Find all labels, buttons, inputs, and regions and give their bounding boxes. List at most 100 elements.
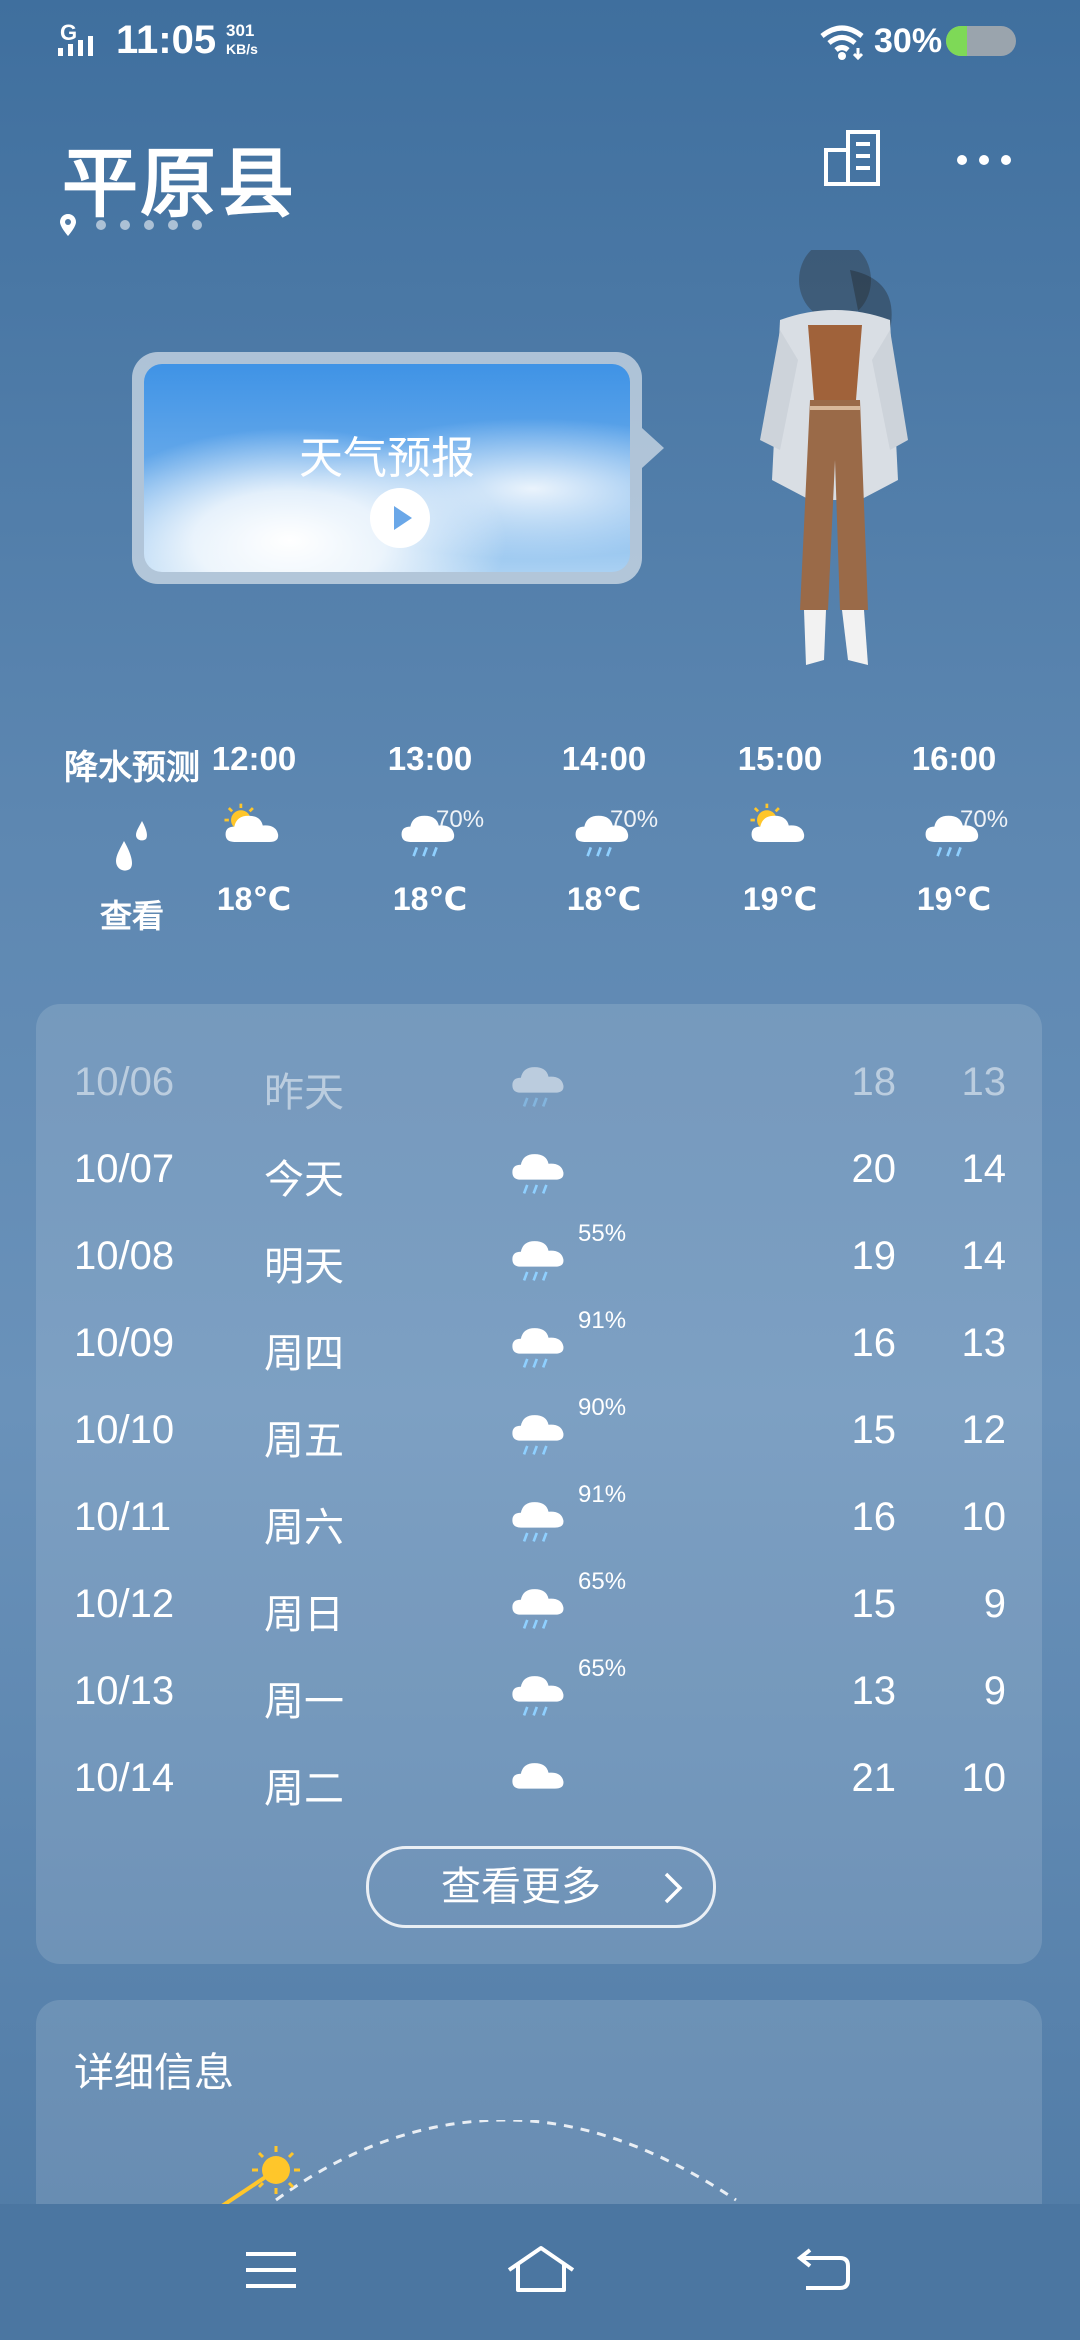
home-icon[interactable] <box>506 2244 576 2294</box>
daily-weekday: 周日 <box>264 1593 344 1637</box>
daily-date: 10/10 <box>74 1408 175 1452</box>
daily-low: 14 <box>961 1234 1007 1278</box>
page-indicator <box>60 214 202 236</box>
daily-date: 10/14 <box>74 1756 175 1800</box>
daily-weekday: 周六 <box>264 1506 344 1550</box>
daily-precip-chance: 91% <box>578 1481 627 1508</box>
daily-row[interactable]: 10/12 周日 65% 15 9 <box>36 1564 1042 1644</box>
page-dot <box>144 220 154 230</box>
city-manage-icon[interactable] <box>822 128 882 188</box>
daily-weekday: 周四 <box>264 1332 344 1376</box>
hourly-time: 12:00 <box>211 740 297 777</box>
daily-date: 10/12 <box>74 1582 175 1626</box>
daily-high: 19 <box>851 1234 897 1278</box>
daily-row[interactable]: 10/07 今天 20 14 <box>36 1129 1042 1209</box>
daily-row[interactable]: 10/06 昨天 18 13 <box>36 1042 1042 1122</box>
network-speed: 301 KB/s <box>226 22 258 58</box>
daily-high: 20 <box>851 1147 897 1191</box>
page-dot <box>168 220 178 230</box>
daily-low: 10 <box>961 1756 1007 1800</box>
daily-high: 21 <box>851 1756 897 1800</box>
daily-precip-chance: 55% <box>578 1220 627 1247</box>
rain-cloud-icon <box>506 1139 574 1209</box>
hourly-item: 16:00 70% 19℃ <box>884 740 1024 918</box>
daily-high: 16 <box>851 1321 897 1365</box>
hourly-precip-chance: 70% <box>610 806 659 833</box>
daily-row[interactable]: 10/14 周二 21 10 <box>36 1738 1042 1818</box>
daily-date: 10/06 <box>74 1060 175 1104</box>
daily-high: 13 <box>851 1669 897 1713</box>
hourly-temp: 18℃ <box>216 881 292 917</box>
page-dot <box>120 220 130 230</box>
daily-low: 14 <box>961 1147 1007 1191</box>
daily-row[interactable]: 10/09 周四 91% 16 13 <box>36 1303 1042 1383</box>
daily-weekday: 明天 <box>264 1245 344 1289</box>
rain-cloud-icon: 70% <box>884 800 1024 870</box>
daily-date: 10/11 <box>74 1495 172 1539</box>
rain-cloud-icon: 70% <box>360 800 500 870</box>
hourly-forecast[interactable]: 降水预测 查看 12:00 18℃ 13:00 70% 18℃ 14:00 70% 18℃ 15… <box>0 740 1080 940</box>
battery-text: 30% <box>874 22 943 60</box>
precip-forecast[interactable]: 降水预测 查看 <box>62 740 202 937</box>
daily-weekday: 今天 <box>264 1158 344 1202</box>
rain-cloud-icon <box>506 1313 574 1383</box>
daily-row[interactable]: 10/11 周六 91% 16 10 <box>36 1477 1042 1557</box>
daily-forecast-card: 10/06 昨天 18 13 10/07 今天 20 14 10/08 明天 55% 19 14 10/0… <box>36 1004 1042 1964</box>
rain-cloud-icon <box>506 1226 574 1296</box>
hourly-time: 14:00 <box>561 740 647 777</box>
speed-value: 301 <box>226 21 255 40</box>
rain-cloud-icon <box>506 1661 574 1731</box>
daily-low: 12 <box>961 1408 1007 1452</box>
rain-cloud-icon: 70% <box>534 800 674 870</box>
sun-cloud-icon <box>184 800 324 870</box>
daily-precip-chance: 65% <box>578 1655 627 1682</box>
daily-low: 13 <box>961 1321 1007 1365</box>
wifi-icon <box>820 25 864 61</box>
daily-low: 9 <box>983 1669 1006 1713</box>
daily-date: 10/09 <box>74 1321 175 1365</box>
hourly-item: 14:00 70% 18℃ <box>534 740 674 918</box>
more-options-icon[interactable] <box>954 148 1014 172</box>
rain-cloud-icon <box>506 1574 574 1644</box>
daily-high: 15 <box>851 1582 897 1626</box>
daily-high: 15 <box>851 1408 897 1452</box>
daily-high: 18 <box>851 1060 897 1104</box>
hourly-item: 12:00 18℃ <box>184 740 324 918</box>
daily-precip-chance: 65% <box>578 1568 627 1595</box>
weather-video-card[interactable]: 天气预报 <box>132 352 664 584</box>
hourly-temp: 19℃ <box>742 881 818 917</box>
precip-view-link[interactable]: 查看 <box>62 891 202 937</box>
sun-path-icon <box>221 2120 737 2204</box>
daily-row[interactable]: 10/10 周五 90% 15 12 <box>36 1390 1042 1470</box>
hourly-temp: 18℃ <box>566 881 642 917</box>
hourly-temp: 18℃ <box>392 881 468 917</box>
video-title: 天气预报 <box>299 434 475 483</box>
rain-cloud-icon <box>506 1052 574 1122</box>
navigation-bar <box>0 2204 1080 2340</box>
battery-fill <box>946 26 967 56</box>
daily-weekday: 昨天 <box>264 1071 344 1115</box>
daily-row[interactable]: 10/13 周一 65% 13 9 <box>36 1651 1042 1731</box>
view-more-button[interactable]: 查看更多 <box>366 1846 716 1928</box>
daily-precip-chance: 90% <box>578 1394 627 1421</box>
rain-cloud-icon <box>506 1487 574 1557</box>
sun-cloud-icon <box>710 800 850 870</box>
hourly-time: 13:00 <box>387 740 473 777</box>
daily-weekday: 周一 <box>264 1680 344 1724</box>
video-thumbnail: 天气预报 <box>144 364 630 572</box>
signal-icon <box>58 36 93 56</box>
play-icon[interactable] <box>370 488 430 548</box>
hourly-temp: 19℃ <box>916 881 992 917</box>
daily-row[interactable]: 10/08 明天 55% 19 14 <box>36 1216 1042 1296</box>
speech-tail <box>642 428 664 468</box>
detail-info-card[interactable]: 详细信息 <box>36 2000 1042 2204</box>
daily-date: 10/08 <box>74 1234 175 1278</box>
daily-date: 10/07 <box>74 1147 175 1191</box>
daily-low: 13 <box>961 1060 1007 1104</box>
daily-high: 16 <box>851 1495 897 1539</box>
back-icon[interactable] <box>796 2248 852 2292</box>
location-pin-icon <box>60 214 76 236</box>
outfit-figure <box>760 250 908 665</box>
view-more-label: 查看更多 <box>441 1865 601 1909</box>
menu-icon[interactable] <box>246 2250 296 2290</box>
